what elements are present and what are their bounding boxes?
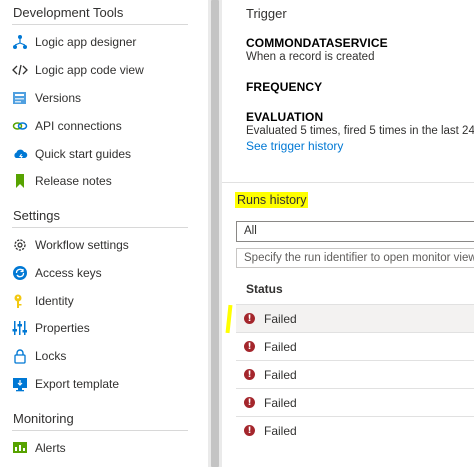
main-panel: Trigger COMMONDATASERVICE When a record …: [222, 0, 474, 467]
section-divider: [222, 182, 474, 183]
sidebar-scrollbar-thumb[interactable]: [211, 0, 219, 467]
error-icon: !: [244, 313, 255, 324]
trigger-title: Trigger: [246, 6, 287, 21]
link-icon: [12, 118, 28, 134]
section-divider: [12, 24, 188, 25]
sidebar-item-logic-app-code-view[interactable]: Logic app code view: [0, 56, 206, 84]
sidebar-item-workflow-settings[interactable]: Workflow settings: [0, 231, 206, 259]
cloud-icon: [12, 146, 28, 162]
sidebar-item-quick-start-guides[interactable]: Quick start guides: [0, 140, 206, 168]
evaluation-text: Evaluated 5 times, fired 5 times in the …: [246, 125, 474, 137]
sidebar-item-label: API connections: [35, 119, 122, 133]
designer-icon: [12, 34, 28, 50]
error-icon: !: [244, 369, 255, 380]
evaluation-label: EVALUATION: [246, 110, 324, 124]
section-header-development-tools: Development Tools: [13, 5, 124, 20]
run-status: Failed: [264, 339, 297, 354]
sidebar-item-export-template[interactable]: Export template: [0, 370, 206, 398]
run-status: Failed: [264, 423, 297, 438]
sidebar-item-label: Access keys: [35, 266, 102, 280]
sidebar-item-label: Logic app designer: [35, 35, 137, 49]
section-divider: [12, 227, 188, 228]
connector-name: COMMONDATASERVICE: [246, 36, 388, 50]
sidebar-item-label: Alerts: [35, 441, 66, 455]
error-icon: !: [244, 425, 255, 436]
lock-icon: [12, 348, 28, 364]
sidebar-item-label: Versions: [35, 91, 82, 105]
run-row[interactable]: ! Failed: [236, 416, 474, 444]
run-row[interactable]: ! Failed: [236, 388, 474, 416]
frequency-label: FREQUENCY: [246, 80, 323, 94]
code-icon: [12, 62, 28, 78]
run-row[interactable]: ! Failed: [236, 360, 474, 388]
run-row[interactable]: ! Failed: [236, 304, 474, 332]
monitor-icon: [12, 376, 28, 392]
runs-history-title: Runs history: [235, 192, 309, 208]
sidebar-item-versions[interactable]: Versions: [0, 84, 206, 112]
run-status: Failed: [264, 395, 297, 410]
connector-description: When a record is created: [246, 51, 375, 63]
sidebar-item-properties[interactable]: Properties: [0, 314, 206, 342]
section-divider: [12, 430, 188, 431]
error-icon: !: [244, 341, 255, 352]
alerts-icon: [12, 440, 28, 456]
versions-icon: [12, 90, 28, 106]
sidebar-item-api-connections[interactable]: API connections: [0, 112, 206, 140]
sidebar-item-alerts[interactable]: Alerts: [0, 434, 206, 462]
status-column-header[interactable]: Status: [246, 282, 283, 296]
sidebar-item-release-notes[interactable]: Release notes: [0, 167, 206, 195]
status-filter-dropdown[interactable]: All: [236, 221, 474, 242]
sidebar-item-label: Workflow settings: [35, 238, 129, 252]
gear-icon: [12, 237, 28, 253]
section-header-settings: Settings: [13, 208, 60, 223]
see-trigger-history-link[interactable]: See trigger history: [246, 139, 343, 153]
run-row[interactable]: ! Failed: [236, 332, 474, 360]
section-header-monitoring: Monitoring: [13, 411, 74, 426]
sidebar-item-logic-app-designer[interactable]: Logic app designer: [0, 28, 206, 56]
run-status: Failed: [264, 311, 297, 326]
sidebar-item-label: Logic app code view: [35, 63, 144, 77]
sidebar-item-locks[interactable]: Locks: [0, 342, 206, 370]
sidebar-item-label: Identity: [35, 294, 74, 308]
sidebar-item-identity[interactable]: Identity: [0, 287, 206, 315]
sliders-icon: [12, 320, 28, 336]
sidebar-item-label: Quick start guides: [35, 147, 132, 161]
refresh-icon: [12, 265, 28, 281]
bookmark-icon: [12, 173, 28, 189]
error-icon: !: [244, 397, 255, 408]
sidebar-item-access-keys[interactable]: Access keys: [0, 259, 206, 287]
run-identifier-search-input[interactable]: Specify the run identifier to open monit…: [236, 248, 474, 268]
key-icon: [12, 293, 28, 309]
sidebar-item-label: Export template: [35, 377, 120, 391]
sidebar-item-label: Locks: [35, 349, 67, 363]
sidebar: Development Tools Logic app designer Log…: [0, 0, 206, 467]
sidebar-item-label: Properties: [35, 321, 90, 335]
sidebar-item-label: Release notes: [35, 174, 112, 188]
run-status: Failed: [264, 367, 297, 382]
